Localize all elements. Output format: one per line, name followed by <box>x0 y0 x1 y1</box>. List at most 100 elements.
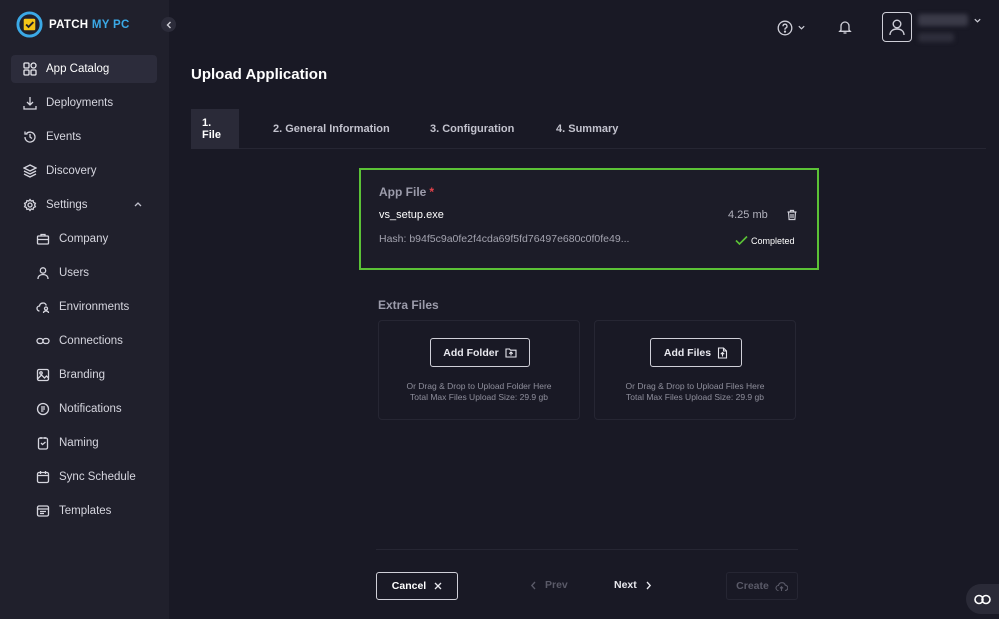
grid-icon <box>23 62 37 76</box>
file-add-icon <box>718 346 728 359</box>
delete-file-button[interactable] <box>785 208 799 222</box>
notifications-button[interactable] <box>836 18 853 35</box>
sidebar-item-naming[interactable]: Naming <box>11 429 157 457</box>
image-icon <box>36 368 50 382</box>
sidebar-nav: App Catalog Deployments Events Discovery… <box>11 55 157 531</box>
chat-icon <box>974 594 991 604</box>
sidebar-item-company[interactable]: Company <box>11 225 157 253</box>
app-file-panel: App File * vs_setup.exe 4.25 mb Hash: b94… <box>359 168 819 270</box>
brand-name-part2: MY PC <box>91 18 130 31</box>
sidebar-item-notifications[interactable]: Notifications <box>11 395 157 423</box>
tab-file[interactable]: 1. File <box>191 109 239 149</box>
user-avatar-icon <box>889 19 905 36</box>
file-size: 4.25 mb <box>728 209 768 221</box>
chat-button[interactable] <box>966 584 999 614</box>
folder-drop-hint: Or Drag & Drop to Upload Folder Here <box>406 381 552 391</box>
app-file-label-text: App File <box>379 185 427 199</box>
collapse-sidebar-button[interactable] <box>161 17 176 32</box>
app-file-label: App File * <box>379 185 434 199</box>
folder-add-icon <box>505 348 517 358</box>
sidebar-item-label: App Catalog <box>46 63 110 75</box>
tab-summary[interactable]: 4. Summary <box>545 109 629 149</box>
sidebar-item-label: Templates <box>59 505 112 517</box>
check-icon <box>735 235 748 246</box>
files-drop-hint: Or Drag & Drop to Upload Files Here <box>625 381 765 391</box>
sidebar-item-settings[interactable]: Settings <box>11 191 157 219</box>
patchmypc-logo-icon <box>16 11 43 38</box>
help-menu[interactable] <box>774 19 808 36</box>
sidebar-item-label: Deployments <box>46 97 114 109</box>
file-hash: Hash: b94f5c9a0fe2f4cda69f5fd76497e680c0… <box>379 233 630 245</box>
sidebar-item-discovery[interactable]: Discovery <box>11 157 157 185</box>
chevron-down-icon[interactable] <box>973 16 982 25</box>
cloud-user-icon <box>36 300 50 314</box>
sidebar-item-branding[interactable]: Branding <box>11 361 157 389</box>
brand-logo[interactable]: PATCH MY PC <box>16 11 130 38</box>
bell-list-icon <box>36 402 50 416</box>
create-button[interactable]: Create <box>726 572 798 600</box>
tab-general-information[interactable]: 2. General Information <box>262 109 401 149</box>
history-icon <box>23 130 37 144</box>
files-drop-zone[interactable]: Add Files Or Drag & Drop to Upload Files… <box>594 320 796 420</box>
tab-configuration[interactable]: 3. Configuration <box>419 109 525 149</box>
calendar-icon <box>36 470 50 484</box>
sidebar-item-label: Events <box>46 131 82 143</box>
cancel-button[interactable]: Cancel <box>376 572 458 600</box>
sidebar-item-label: Connections <box>59 335 123 347</box>
folder-size-hint: Total Max Files Upload Size: 29.9 gb <box>410 392 548 402</box>
avatar[interactable] <box>882 12 912 42</box>
sidebar-item-label: Notifications <box>59 403 122 415</box>
cancel-label: Cancel <box>391 580 427 592</box>
sidebar-item-label: Settings <box>46 199 88 211</box>
help-icon <box>777 20 792 35</box>
required-marker: * <box>429 185 435 199</box>
folder-drop-zone[interactable]: Add Folder Or Drag & Drop to Upload Fold… <box>378 320 580 420</box>
sidebar-item-connections[interactable]: Connections <box>11 327 157 355</box>
sidebar-item-app-catalog[interactable]: App Catalog <box>11 55 157 83</box>
add-folder-label: Add Folder <box>443 346 499 359</box>
gear-icon <box>23 198 37 212</box>
wizard-tabs: 1. File 2. General Information 3. Config… <box>191 109 986 149</box>
add-folder-button[interactable]: Add Folder <box>430 338 530 367</box>
download-icon <box>23 96 37 110</box>
sidebar-item-environments[interactable]: Environments <box>11 293 157 321</box>
user-name-redacted <box>918 14 968 26</box>
sidebar-item-events[interactable]: Events <box>11 123 157 151</box>
page-title: Upload Application <box>191 66 328 83</box>
sidebar-item-sync-schedule[interactable]: Sync Schedule <box>11 463 157 491</box>
chevron-down-icon <box>797 25 805 30</box>
files-size-hint: Total Max Files Upload Size: 29.9 gb <box>626 392 764 402</box>
cloud-upload-icon <box>775 581 788 591</box>
create-label: Create <box>736 580 769 592</box>
next-button[interactable]: Next <box>614 579 652 591</box>
sidebar-item-templates[interactable]: Templates <box>11 497 157 525</box>
sidebar-item-label: Users <box>59 267 90 279</box>
sidebar-item-label: Company <box>59 233 109 245</box>
sidebar-item-label: Discovery <box>46 165 97 177</box>
footer-divider <box>376 549 798 550</box>
briefcase-icon <box>36 232 50 246</box>
extra-files-label: Extra Files <box>378 298 439 312</box>
add-files-button[interactable]: Add Files <box>650 338 742 367</box>
template-icon <box>36 504 50 518</box>
sidebar-item-deployments[interactable]: Deployments <box>11 89 157 117</box>
link-icon <box>36 334 50 348</box>
sidebar-item-users[interactable]: Users <box>11 259 157 287</box>
chevron-right-icon <box>646 581 651 589</box>
brand-name-part1: PATCH <box>49 18 92 31</box>
add-files-label: Add Files <box>663 346 712 359</box>
sidebar-item-label: Sync Schedule <box>59 471 136 483</box>
bell-icon <box>837 20 852 34</box>
sidebar-item-label: Branding <box>59 369 106 381</box>
file-name: vs_setup.exe <box>379 209 444 221</box>
prev-button[interactable]: Prev <box>530 579 568 591</box>
chevron-up-icon[interactable] <box>133 199 143 209</box>
trash-icon <box>787 209 797 221</box>
sidebar: PATCH MY PC App Catalog Deployments Even… <box>0 0 169 619</box>
chevron-left-icon <box>166 21 171 28</box>
sidebar-item-label: Naming <box>59 437 99 449</box>
chevron-left-icon <box>530 581 536 589</box>
next-label: Next <box>614 579 637 591</box>
naming-icon <box>36 436 50 450</box>
upload-status: Completed <box>735 235 795 246</box>
